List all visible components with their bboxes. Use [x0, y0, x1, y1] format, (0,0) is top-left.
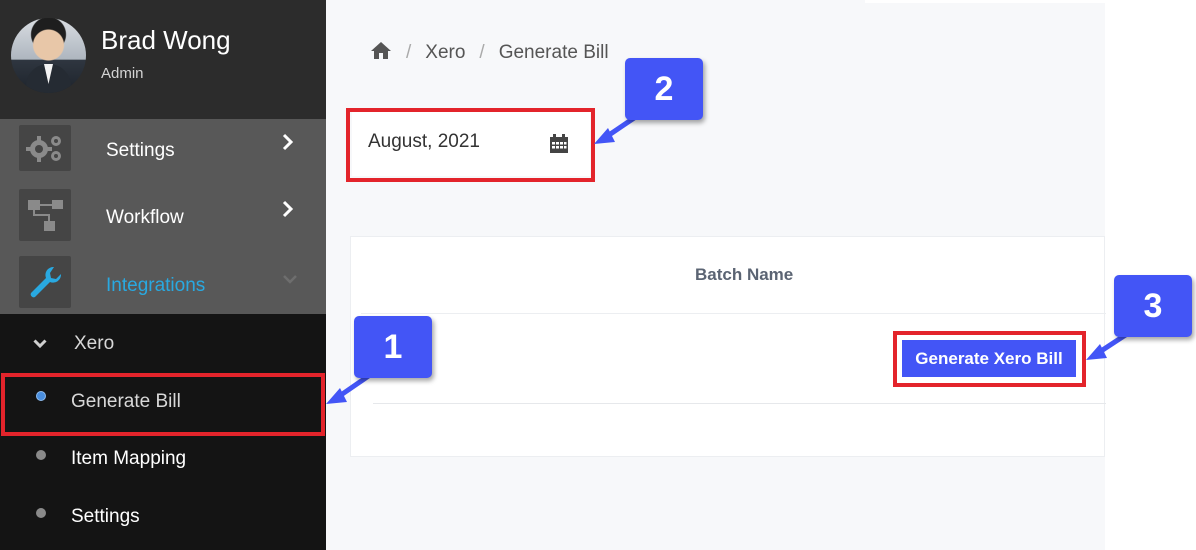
sidebar-item-label: Settings	[106, 140, 175, 161]
top-strip	[865, 0, 1105, 3]
dot-icon	[36, 450, 46, 460]
chevron-right-icon	[282, 133, 294, 156]
chevron-down-icon	[33, 336, 47, 354]
profile-panel: Brad Wong Admin	[0, 0, 326, 119]
breadcrumb-separator: /	[406, 42, 412, 63]
annotation-badge-3: 3	[1114, 275, 1192, 337]
sidebar-item-workflow[interactable]: Workflow	[0, 186, 326, 248]
highlight-box-month-picker	[346, 108, 595, 182]
workflow-icon	[19, 189, 71, 241]
table-divider	[361, 313, 1106, 314]
home-icon[interactable]	[370, 41, 392, 66]
sidebar-item-settings[interactable]: Settings	[0, 119, 326, 181]
highlight-box-generate-bill	[1, 373, 325, 436]
highlight-box-generate-button	[893, 331, 1086, 387]
gears-icon	[19, 125, 71, 171]
table-divider	[373, 403, 1106, 404]
annotation-badge-1: 1	[354, 316, 432, 378]
chevron-right-icon	[282, 200, 294, 223]
breadcrumb-current: Generate Bill	[498, 42, 609, 63]
wrench-icon	[19, 256, 71, 308]
chevron-down-icon	[282, 271, 298, 289]
submenu-parent-xero[interactable]: Xero	[0, 318, 326, 368]
sidebar-item-item-mapping[interactable]: Item Mapping	[0, 434, 326, 484]
breadcrumb-xero[interactable]: Xero	[425, 42, 465, 64]
profile-name: Brad Wong	[101, 25, 231, 55]
sidebar: Brad Wong Admin Settings Workflow Integr…	[0, 0, 326, 550]
breadcrumb-separator: /	[479, 42, 485, 63]
sidebar-item-label: Item Mapping	[71, 448, 187, 469]
avatar[interactable]	[11, 18, 86, 93]
dot-icon	[36, 508, 46, 518]
sidebar-item-label: Settings	[71, 506, 140, 527]
column-header-batch-name: Batch Name	[695, 265, 794, 284]
sidebar-item-label: Workflow	[106, 207, 184, 228]
sidebar-item-integrations[interactable]: Integrations	[0, 253, 326, 315]
sidebar-item-label: Integrations	[106, 275, 206, 296]
annotation-badge-2: 2	[625, 58, 703, 120]
profile-role: Admin	[101, 65, 144, 82]
sidebar-item-xero-settings[interactable]: Settings	[0, 492, 326, 542]
breadcrumb: / Xero / Generate Bill	[370, 40, 609, 66]
submenu-parent-label: Xero	[74, 333, 115, 354]
